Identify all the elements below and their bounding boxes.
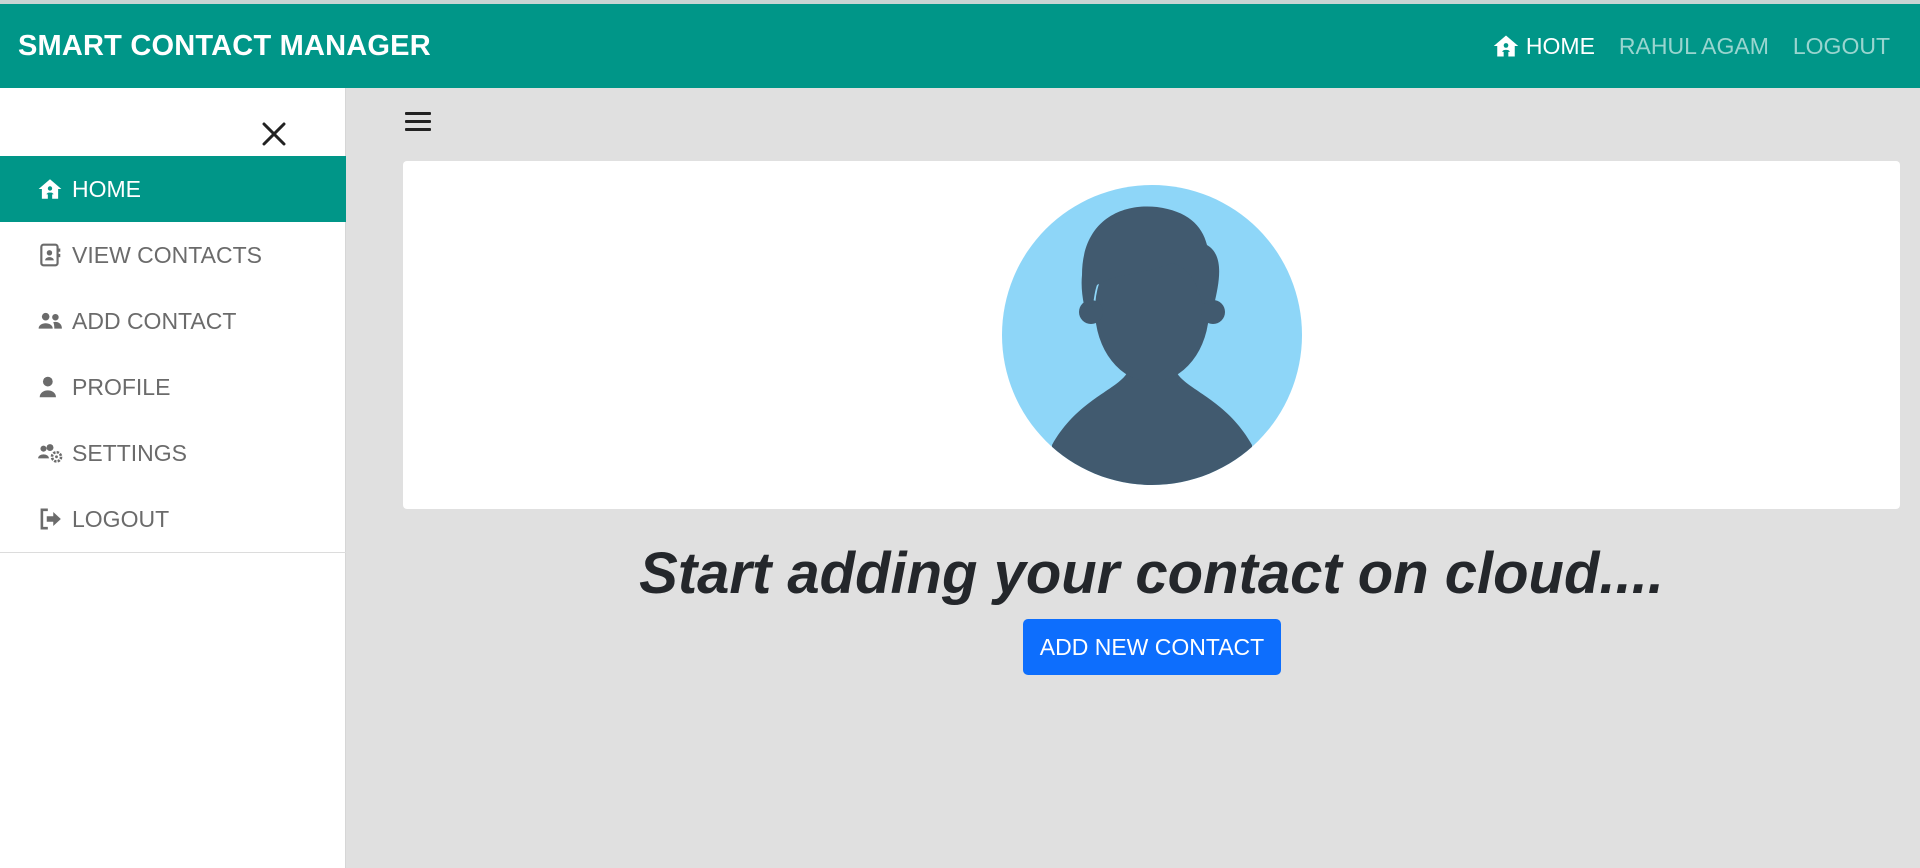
sidebar-item-view-contacts[interactable]: VIEW CONTACTS xyxy=(0,222,346,288)
nav-logout-label: LOGOUT xyxy=(1792,32,1890,59)
house-icon xyxy=(38,179,62,199)
house-icon xyxy=(1493,35,1519,57)
address-book-icon xyxy=(40,243,61,267)
hamburger-line xyxy=(405,120,431,123)
nav-logout-link[interactable]: LOGOUT xyxy=(1793,33,1890,60)
sidebar: HOME VIEW CONTACTS ADD CONTACT PROFILE S… xyxy=(0,88,346,868)
sidebar-menu: HOME VIEW CONTACTS ADD CONTACT PROFILE S… xyxy=(0,156,346,553)
nav-user-label: RAHUL AGAM xyxy=(1618,32,1769,59)
sidebar-item-label: SETTINGS xyxy=(72,439,188,466)
brand-title[interactable]: SMART CONTACT MANAGER xyxy=(18,30,431,63)
user-icon xyxy=(39,376,56,398)
sidebar-item-settings[interactable]: SETTINGS xyxy=(0,420,346,486)
welcome-card xyxy=(403,161,1900,509)
users-icon xyxy=(38,312,62,329)
users-gear-icon xyxy=(38,444,63,463)
welcome-headline: Start adding your contact on cloud.... xyxy=(639,541,1664,606)
sidebar-item-profile[interactable]: PROFILE xyxy=(0,354,346,420)
sidebar-item-label: LOGOUT xyxy=(72,505,170,532)
sidebar-item-label: ADD CONTACT xyxy=(72,307,237,334)
nav-home-link[interactable]: HOME xyxy=(1492,32,1595,60)
hamburger-line xyxy=(405,128,431,131)
user-avatar-icon xyxy=(1002,185,1302,485)
top-navbar: SMART CONTACT MANAGER HOME RAHUL AGAM LO… xyxy=(0,4,1920,88)
add-new-contact-button[interactable]: ADD NEW CONTACT xyxy=(1023,619,1281,675)
nav-user-link[interactable]: RAHUL AGAM xyxy=(1619,33,1769,60)
sign-out-icon xyxy=(40,508,61,530)
sidebar-item-label: HOME xyxy=(72,175,141,202)
sidebar-item-home[interactable]: HOME xyxy=(0,156,346,222)
hamburger-icon[interactable] xyxy=(405,112,431,134)
nav-home-label: HOME xyxy=(1525,32,1595,59)
hamburger-line xyxy=(405,112,431,115)
sidebar-item-label: VIEW CONTACTS xyxy=(72,241,262,268)
close-icon[interactable] xyxy=(258,118,290,150)
sidebar-item-logout[interactable]: LOGOUT xyxy=(0,486,346,552)
navbar-links: HOME RAHUL AGAM LOGOUT xyxy=(1492,32,1902,60)
sidebar-item-label: PROFILE xyxy=(72,373,171,400)
sidebar-item-add-contact[interactable]: ADD CONTACT xyxy=(0,288,346,354)
